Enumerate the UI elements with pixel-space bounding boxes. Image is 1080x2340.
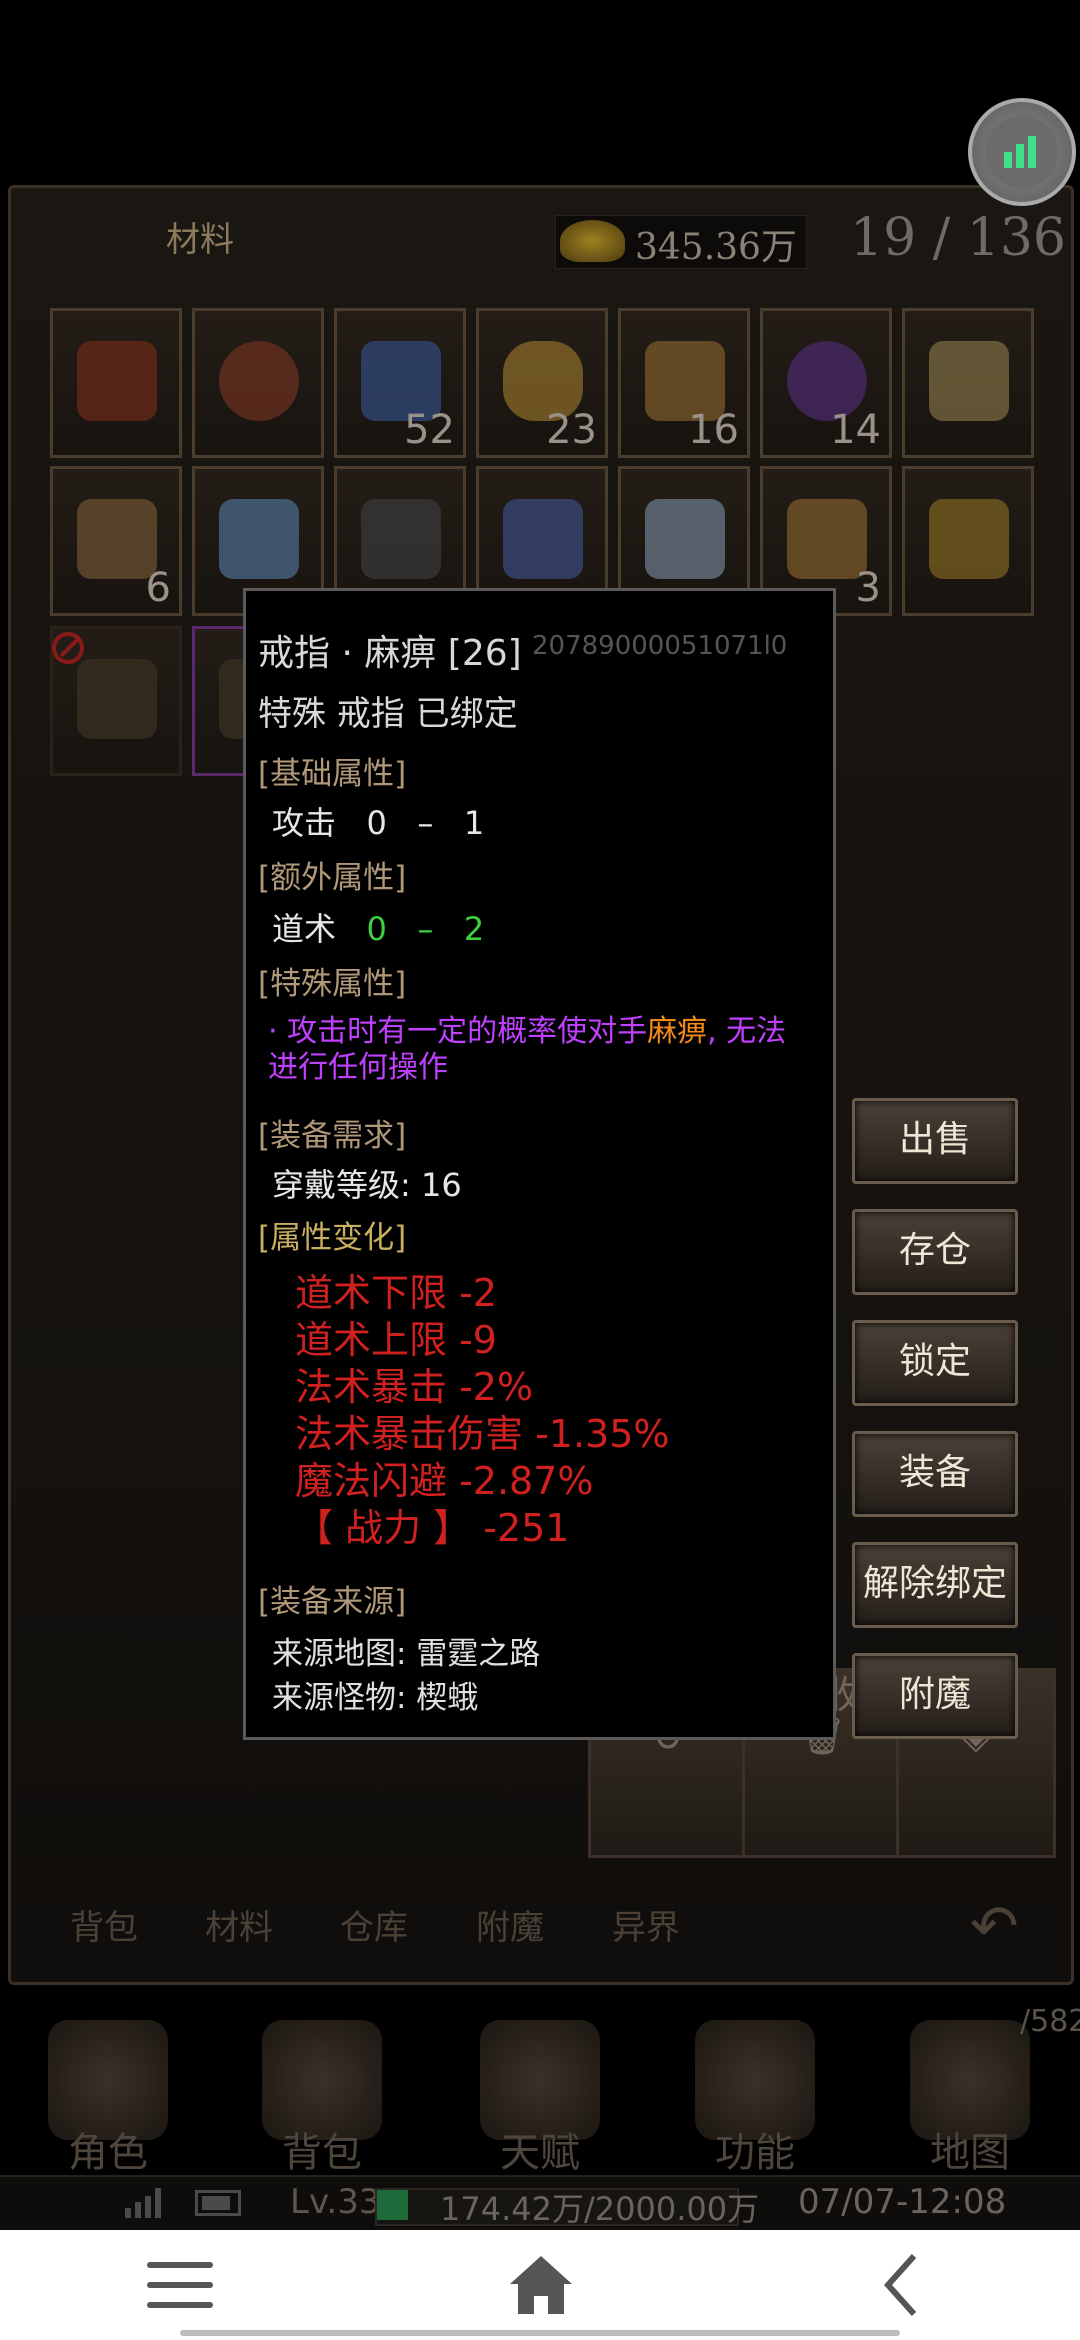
item-count: 52	[404, 407, 455, 453]
requirement-header: [装备需求]	[258, 1118, 407, 1154]
inventory-slot[interactable]: 52	[334, 308, 466, 458]
return-icon[interactable]: ↶	[970, 1892, 1019, 1960]
item-subtitle: 特殊 戒指 已绑定	[258, 694, 518, 734]
item-count: 6	[145, 565, 171, 611]
inventory-slot[interactable]: 6	[50, 466, 182, 616]
tab-enchant[interactable]: 附魔	[476, 1900, 544, 1949]
card-icon	[503, 499, 583, 579]
source-monster: 来源怪物: 楔蛾	[272, 1680, 479, 1716]
tab-otherworld[interactable]: 异界	[612, 1900, 680, 1949]
attr-change-header: [属性变化]	[258, 1220, 407, 1256]
extra-attr-header: [额外属性]	[258, 860, 407, 896]
exp-fill	[377, 2190, 408, 2220]
gesture-bar	[180, 2330, 900, 2336]
item-count: 16	[688, 407, 739, 453]
sell-button[interactable]: 出售	[852, 1098, 1018, 1184]
forbidden-icon	[52, 632, 84, 664]
item-count: 23	[546, 407, 597, 453]
tool-icon	[361, 499, 441, 579]
gold-amount: 345.36万	[635, 227, 797, 268]
chest-icon	[77, 341, 157, 421]
attr-change-row: 【 战力 】 -251	[295, 1506, 570, 1550]
player-level: Lv.33	[290, 2182, 381, 2222]
exp-text: 174.42万/2000.00万	[440, 2190, 760, 2228]
horn-icon	[645, 499, 725, 579]
special-attr-text: · 攻击时有一定的概率使对手麻痹, 无法进行任何操作	[268, 1014, 787, 1085]
item-count: 14	[830, 407, 881, 453]
requirement-text: 穿戴等级: 16	[272, 1166, 462, 1204]
tab-bag[interactable]: 背包	[70, 1900, 138, 1949]
menu-icon[interactable]	[147, 2258, 213, 2314]
lock-button[interactable]: 锁定	[852, 1320, 1018, 1406]
source-header: [装备来源]	[258, 1584, 407, 1620]
nav-side-text: /582	[1020, 2004, 1080, 2039]
nav-character[interactable]: 角色	[8, 2000, 208, 2180]
inventory-slot[interactable]: 16	[618, 308, 750, 458]
base-attr-row: 攻击 0 – 1	[272, 804, 485, 842]
item-title: 戒指 · 麻痹 [26]	[258, 633, 522, 674]
home-icon[interactable]	[506, 2252, 576, 2318]
bag-capacity: 19 / 136	[850, 208, 1066, 268]
nav-bag[interactable]: 背包	[222, 2000, 422, 2180]
battery-icon	[195, 2190, 241, 2216]
tab-materials[interactable]: 材料	[140, 205, 260, 275]
equip-button[interactable]: 装备	[852, 1431, 1018, 1517]
inventory-slot[interactable]	[50, 308, 182, 458]
medallion-icon	[219, 341, 299, 421]
signal-icon	[125, 2186, 169, 2218]
enchant-button[interactable]: 附魔	[852, 1653, 1018, 1739]
bar-chart-icon	[986, 116, 1058, 188]
inventory-slot[interactable]	[902, 466, 1034, 616]
nav-talent[interactable]: 天赋	[440, 2000, 640, 2180]
unbind-button[interactable]: 解除绑定	[852, 1542, 1018, 1628]
base-attr-header: [基础属性]	[258, 756, 407, 792]
inventory-slot[interactable]: 14	[760, 308, 892, 458]
source-map: 来源地图: 雷霆之路	[272, 1636, 541, 1672]
inventory-slot[interactable]	[902, 308, 1034, 458]
tab-warehouse[interactable]: 仓库	[340, 1900, 408, 1949]
clock: 07/07-12:08	[798, 2182, 1007, 2222]
inventory-slot[interactable]: 23	[476, 308, 608, 458]
book-icon	[929, 341, 1009, 421]
item-id: 20789000051071l0	[532, 631, 788, 661]
item-count: 3	[855, 565, 881, 611]
nav-function[interactable]: 功能	[655, 2000, 855, 2180]
store-button[interactable]: 存仓	[852, 1209, 1018, 1295]
ore-icon	[219, 499, 299, 579]
gold-ingot-icon	[560, 220, 625, 262]
back-icon[interactable]	[880, 2252, 920, 2318]
inventory-slot[interactable]	[192, 308, 324, 458]
helmet-icon	[929, 499, 1009, 579]
staff-icon	[77, 659, 157, 739]
special-attr-header: [特殊属性]	[258, 966, 407, 1002]
tab-materials-bottom[interactable]: 材料	[205, 1900, 273, 1949]
extra-attr-row: 道术 0 – 2	[272, 910, 485, 948]
